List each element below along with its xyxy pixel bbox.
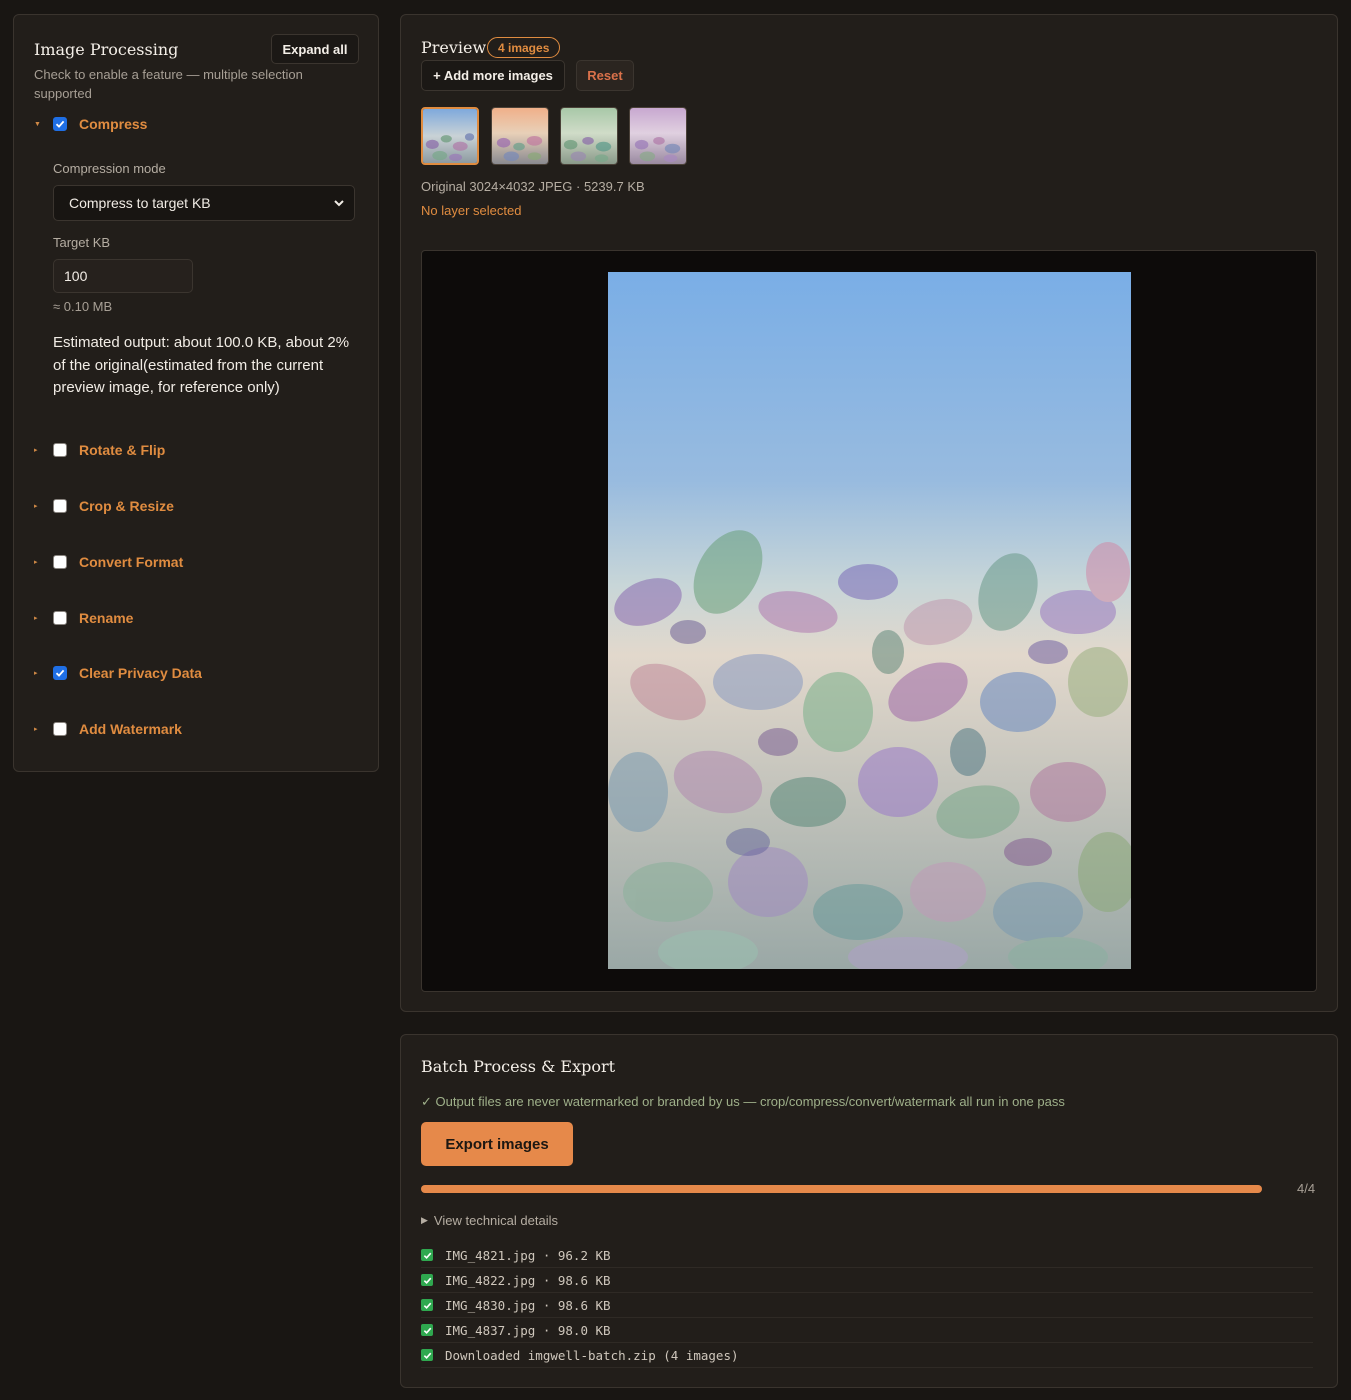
compress-checkbox[interactable] (53, 117, 67, 131)
export-images-button[interactable]: Export images (421, 1122, 573, 1166)
target-kb-input[interactable]: 100 (53, 259, 193, 293)
progress-bar (421, 1185, 1262, 1193)
expand-all-button[interactable]: Expand all (271, 34, 359, 64)
image-count-badge: 4 images (487, 37, 561, 58)
feature-convert-format[interactable]: ▸ Convert Format (34, 552, 183, 572)
compression-mode-label: Compression mode (53, 161, 166, 176)
triangle-right-icon: ▶ (421, 1215, 428, 1225)
thumbnail-2[interactable] (491, 107, 549, 165)
chevron-down-icon (334, 200, 344, 207)
feature-label[interactable]: Rotate & Flip (79, 442, 165, 458)
feature-rename[interactable]: ▸ Rename (34, 608, 133, 628)
feature-checkbox[interactable] (53, 722, 67, 736)
thumbnail-4[interactable] (629, 107, 687, 165)
feature-checkbox[interactable] (53, 499, 67, 513)
preview-title: Preview (421, 38, 487, 57)
check-icon (421, 1274, 433, 1286)
feature-checkbox[interactable] (53, 555, 67, 569)
feature-rotate-flip[interactable]: ▸ Rotate & Flip (34, 440, 165, 460)
log-entry: IMG_4821.jpg · 96.2 KB (421, 1243, 1313, 1268)
thumbnail-1[interactable] (421, 107, 479, 165)
caret-right-icon[interactable]: ▸ (34, 502, 47, 510)
technical-details-toggle[interactable]: ▶ View technical details (421, 1213, 558, 1228)
check-icon (421, 1299, 433, 1311)
feature-label[interactable]: Crop & Resize (79, 498, 174, 514)
add-more-images-button[interactable]: + Add more images (421, 60, 565, 91)
log-text: IMG_4822.jpg · 98.6 KB (445, 1272, 611, 1288)
log-text: IMG_4830.jpg · 98.6 KB (445, 1297, 611, 1313)
feature-checkbox[interactable] (53, 666, 67, 680)
feature-label[interactable]: Convert Format (79, 554, 183, 570)
preview-panel: Preview 4 images + Add more images Reset (400, 14, 1338, 1012)
check-icon (421, 1324, 433, 1336)
export-note: ✓ Output files are never watermarked or … (421, 1094, 1065, 1109)
feature-label[interactable]: Compress (79, 116, 147, 132)
feature-clear-privacy-data[interactable]: ▸ Clear Privacy Data (34, 663, 202, 683)
layer-status: No layer selected (421, 203, 522, 218)
caret-right-icon[interactable]: ▸ (34, 558, 47, 566)
compression-mode-select[interactable]: Compress to target KB (53, 185, 355, 221)
preview-image (608, 272, 1131, 969)
feature-checkbox[interactable] (53, 443, 67, 457)
log-entry: IMG_4822.jpg · 98.6 KB (421, 1268, 1313, 1293)
feature-add-watermark[interactable]: ▸ Add Watermark (34, 719, 182, 739)
reset-button[interactable]: Reset (576, 60, 634, 91)
log-text: IMG_4821.jpg · 96.2 KB (445, 1247, 611, 1263)
details-label: View technical details (433, 1213, 558, 1228)
check-icon (55, 120, 65, 128)
feature-checkbox[interactable] (53, 611, 67, 625)
feature-crop-resize[interactable]: ▸ Crop & Resize (34, 496, 174, 516)
export-title: Batch Process & Export (421, 1057, 616, 1076)
image-processing-panel: Image Processing Expand all Check to ena… (13, 14, 379, 772)
progress-fill (421, 1185, 1262, 1193)
target-kb-label: Target KB (53, 235, 111, 250)
log-entry: IMG_4830.jpg · 98.6 KB (421, 1293, 1313, 1318)
check-icon (421, 1349, 433, 1361)
caret-right-icon[interactable]: ▸ (34, 725, 47, 733)
caret-right-icon[interactable]: ▸ (34, 669, 47, 677)
mb-hint: ≈ 0.10 MB (53, 299, 113, 314)
preview-canvas[interactable] (421, 250, 1317, 992)
feature-label[interactable]: Add Watermark (79, 721, 182, 737)
check-icon (55, 669, 65, 677)
export-log: IMG_4821.jpg · 96.2 KB IMG_4822.jpg · 98… (421, 1243, 1313, 1368)
log-text: IMG_4837.jpg · 98.0 KB (445, 1322, 611, 1338)
caret-right-icon[interactable]: ▸ (34, 614, 47, 622)
feature-label[interactable]: Rename (79, 610, 133, 626)
feature-label[interactable]: Clear Privacy Data (79, 665, 202, 681)
check-icon (421, 1249, 433, 1261)
log-entry: IMG_4837.jpg · 98.0 KB (421, 1318, 1313, 1343)
thumbnail-3[interactable] (560, 107, 618, 165)
caret-down-icon[interactable]: ▼ (34, 121, 47, 128)
panel-hint: Check to enable a feature — multiple sel… (34, 67, 303, 101)
estimate-text: Estimated output: about 100.0 KB, about … (53, 334, 350, 396)
panel-title: Image Processing (34, 40, 179, 59)
original-file-info: Original 3024×4032 JPEG · 5239.7 KB (421, 179, 645, 194)
feature-compress[interactable]: ▼ Compress (34, 114, 147, 134)
progress-count: 4/4 (1297, 1181, 1316, 1196)
log-text: Downloaded imgwell-batch.zip (4 images) (445, 1347, 739, 1363)
caret-right-icon[interactable]: ▸ (34, 446, 47, 454)
select-value: Compress to target KB (69, 195, 211, 211)
batch-export-panel: Batch Process & Export ✓ Output files ar… (400, 1034, 1338, 1388)
log-entry: Downloaded imgwell-batch.zip (4 images) (421, 1343, 1313, 1368)
